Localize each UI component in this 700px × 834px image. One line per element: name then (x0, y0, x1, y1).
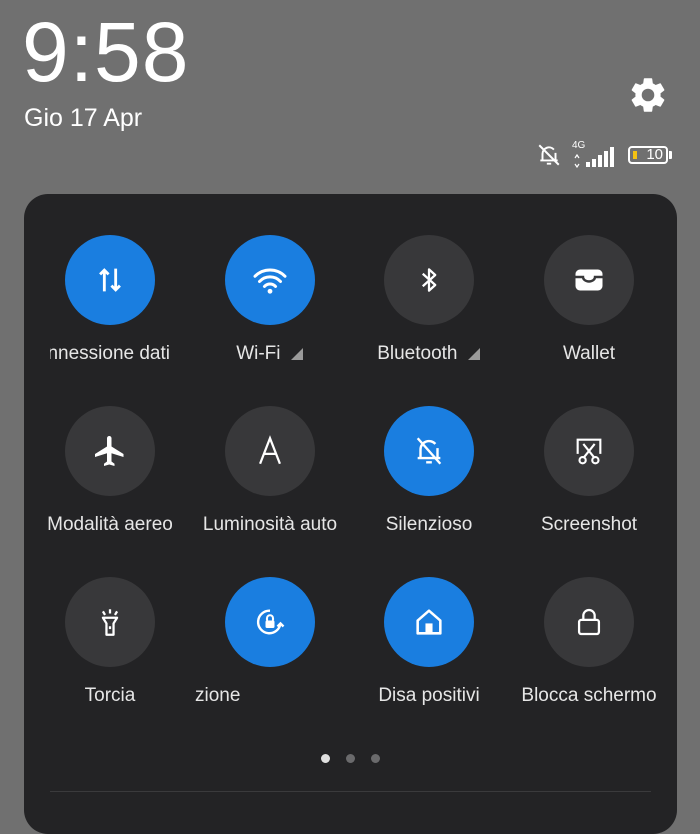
tile-wifi[interactable]: Wi-Fi (191, 235, 349, 367)
status-bar-icons: 4G 10 (536, 138, 672, 172)
tile-label: Blocca schermo (521, 685, 657, 706)
tile-label: zione (195, 685, 241, 706)
tile-label: Wallet (562, 343, 616, 364)
tile-flashlight-button[interactable] (65, 577, 155, 667)
tile-label: Modalità aereo (47, 514, 173, 535)
tile-label: Torcia (84, 685, 136, 706)
silent-icon (416, 437, 442, 465)
tile-label: Bluetooth (350, 341, 508, 367)
tile-auto-brightness[interactable]: Luminosità auto (191, 406, 349, 538)
battery-icon: 10 (628, 146, 672, 164)
tile-label: Disa positivi (378, 685, 480, 706)
tile-wifi-button[interactable] (225, 235, 315, 325)
tile-auto-brightness-button[interactable] (225, 406, 315, 496)
rotation-lock-icon (256, 609, 285, 635)
tile-label: Silenzioso (385, 514, 473, 535)
date: Gio 17 Apr (24, 104, 143, 132)
tile-screenshot[interactable]: Screenshot (510, 406, 668, 538)
silent-icon (538, 144, 560, 166)
tile-label-text: Connessione dati (50, 343, 170, 364)
tile-wallet-button[interactable] (544, 235, 634, 325)
page-dot[interactable] (371, 754, 380, 763)
wifi-icon (253, 268, 287, 294)
tile-label: Luminosità auto (202, 514, 338, 535)
expand-arrow-icon (290, 347, 303, 360)
tile-flashlight[interactable]: Torcia (31, 577, 189, 709)
tile-screenshot-button[interactable] (544, 406, 634, 496)
tile-devices-button[interactable] (384, 577, 474, 667)
tile-label-text: Bluetooth (377, 343, 458, 364)
tile-label: Connessione dati (31, 341, 189, 367)
tile-devices[interactable]: Disa positivi (350, 577, 508, 709)
tile-silent[interactable]: Silenzioso (350, 406, 508, 538)
divider (50, 791, 651, 792)
tile-silent-button[interactable] (384, 406, 474, 496)
tile-bluetooth-button[interactable] (384, 235, 474, 325)
quick-settings-panel: Connessione dati Wi-Fi Bluetooth (24, 194, 677, 834)
lock-icon (577, 608, 601, 636)
data-transfer-icon (99, 268, 121, 292)
tile-label: Screenshot (540, 514, 638, 535)
auto-brightness-icon (259, 435, 281, 465)
network-type: 4G (572, 140, 586, 151)
tile-bluetooth[interactable]: Bluetooth (350, 235, 508, 367)
expand-arrow-icon (467, 347, 480, 360)
tile-mobile-data[interactable]: Connessione dati (31, 235, 189, 367)
clock: 9:58 (22, 5, 190, 99)
tile-label: Wi-Fi (191, 341, 349, 367)
flashlight-icon (101, 609, 119, 636)
bluetooth-icon (421, 268, 437, 292)
tile-airplane-mode[interactable]: Modalità aereo (31, 406, 189, 538)
home-icon (416, 609, 442, 635)
page-dot[interactable] (321, 754, 330, 763)
screenshot-icon (576, 438, 602, 465)
tile-rotation-lock[interactable]: zione (191, 577, 349, 709)
page-indicator (24, 754, 677, 763)
battery-level: 10 (646, 146, 663, 163)
wallet-icon (575, 269, 603, 291)
tile-mobile-data-button[interactable] (65, 235, 155, 325)
tile-lock-screen-button[interactable] (544, 577, 634, 667)
page-dot[interactable] (346, 754, 355, 763)
tile-label-text: Wi-Fi (236, 343, 281, 364)
signal-indicator: 4G (572, 140, 618, 168)
tile-airplane-mode-button[interactable] (65, 406, 155, 496)
airplane-icon (95, 436, 124, 466)
gear-icon[interactable] (627, 74, 669, 116)
tile-rotation-lock-button[interactable] (225, 577, 315, 667)
tile-lock-screen[interactable]: Blocca schermo (510, 577, 668, 709)
tile-wallet[interactable]: Wallet (510, 235, 668, 367)
